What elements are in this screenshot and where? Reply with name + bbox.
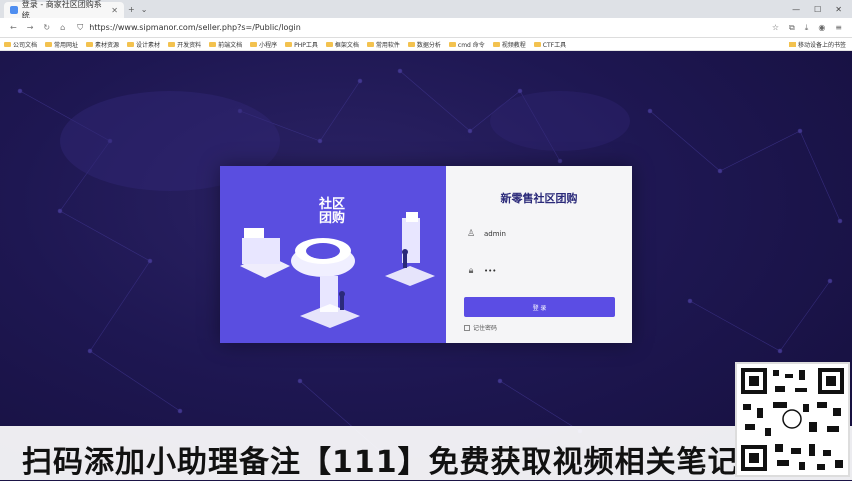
new-tab-icon[interactable]: + xyxy=(128,5,135,14)
illustration-sign: 社区团购 xyxy=(318,197,345,226)
password-value: ••• xyxy=(484,267,497,275)
bookmark-item[interactable]: 素材资源 xyxy=(86,40,119,49)
folder-icon xyxy=(86,41,94,47)
folder-icon xyxy=(407,41,415,47)
login-page: 社区团购 新零售社区团购 ♙ admin 🔒︎ ••• 登 录 记住密码 xyxy=(0,51,852,480)
folder-icon xyxy=(45,41,53,47)
maximize-icon[interactable]: ☐ xyxy=(814,5,821,14)
bookmark-item[interactable]: 视频教程 xyxy=(492,40,526,49)
bookmark-item[interactable]: CTF工具 xyxy=(533,40,566,49)
remember-password[interactable]: 记住密码 xyxy=(464,323,497,332)
close-tab-icon[interactable]: ✕ xyxy=(111,6,118,15)
bookmark-item[interactable]: 框架文档 xyxy=(325,40,359,49)
reload-icon[interactable]: ↻ xyxy=(43,23,50,32)
browser-window: 登录 - 商家社区团购系统 ✕ + ⌄ — ☐ ✕ ← → ↻ ⌂ ⛉ http… xyxy=(0,0,852,480)
folder-icon xyxy=(168,41,176,47)
folder-icon xyxy=(325,41,333,47)
star-icon[interactable]: ☆ xyxy=(772,23,779,33)
bookmark-item[interactable]: 常用软件 xyxy=(366,40,400,49)
login-card: 社区团购 新零售社区团购 ♙ admin 🔒︎ ••• 登 录 记住密码 xyxy=(220,166,632,343)
caption-text: 扫码添加小助理备注【111】免费获取视频相关笔记 xyxy=(22,445,739,480)
home-icon[interactable]: ⌂ xyxy=(60,23,65,32)
community-illustration xyxy=(240,212,435,328)
bookmark-item[interactable]: 小程序 xyxy=(250,40,277,49)
folder-icon xyxy=(4,41,11,47)
bookmark-item[interactable]: cmd 命令 xyxy=(448,40,485,49)
bookmark-item[interactable]: 公司文档 xyxy=(4,40,37,49)
bookmark-item[interactable]: 开发资料 xyxy=(168,40,201,49)
bookmarks-bar: 公司文档 常用网址 素材资源 设计素材 开发资料 前端文档 小程序 PHP工具 … xyxy=(0,38,852,51)
minimize-icon[interactable]: — xyxy=(792,5,800,14)
download-icon[interactable]: ⤓ xyxy=(805,23,809,33)
remember-checkbox[interactable] xyxy=(464,324,470,331)
folder-icon xyxy=(533,41,541,47)
folder-icon xyxy=(127,41,135,47)
tab-bar: 登录 - 商家社区团购系统 ✕ + ⌄ — ☐ ✕ xyxy=(0,0,852,20)
favicon-icon xyxy=(10,6,18,14)
bookmark-item[interactable]: 前端文档 xyxy=(209,40,242,49)
bookmark-item[interactable]: 常用网址 xyxy=(45,40,78,49)
password-field[interactable]: 🔒︎ ••• xyxy=(466,262,616,280)
folder-icon xyxy=(209,41,217,47)
shield-icon[interactable]: ⛉ xyxy=(77,23,83,33)
menu-icon[interactable]: ≡ xyxy=(835,23,842,33)
login-title: 新零售社区团购 xyxy=(500,192,578,205)
account-icon[interactable]: ◉ xyxy=(818,23,825,33)
username-value: admin xyxy=(484,230,506,238)
login-form: 新零售社区团购 ♙ admin 🔒︎ ••• 登 录 记住密码 xyxy=(446,166,632,343)
folder-icon xyxy=(448,41,456,47)
extension-icon[interactable]: ⧉ xyxy=(789,23,795,33)
folder-icon xyxy=(366,41,374,47)
forward-icon[interactable]: → xyxy=(27,23,34,32)
url-field[interactable]: ⛉ https://www.sipmanor.com/seller.php?s=… xyxy=(77,23,772,33)
address-bar: ← → ↻ ⌂ ⛉ https://www.sipmanor.com/selle… xyxy=(0,18,852,38)
bookmark-item[interactable]: 设计素材 xyxy=(127,40,160,49)
user-icon: ♙ xyxy=(466,229,476,239)
bookmark-item[interactable]: 数据分析 xyxy=(407,40,441,49)
qr-code-pattern xyxy=(741,368,844,471)
folder-icon xyxy=(285,41,293,47)
mobile-bookmarks[interactable]: 移动设备上的书签 xyxy=(788,40,846,49)
username-field[interactable]: ♙ admin xyxy=(466,225,616,243)
login-button[interactable]: 登 录 xyxy=(464,297,615,317)
folder-icon xyxy=(492,41,500,47)
lock-icon: 🔒︎ xyxy=(468,266,474,276)
url-text: https://www.sipmanor.com/seller.php?s=/P… xyxy=(89,23,301,32)
browser-tab[interactable]: 登录 - 商家社区团购系统 ✕ xyxy=(4,0,124,20)
bookmark-item[interactable]: PHP工具 xyxy=(285,40,318,49)
folder-icon xyxy=(788,41,796,47)
close-window-icon[interactable]: ✕ xyxy=(835,5,842,14)
folder-icon xyxy=(250,41,258,47)
qr-code xyxy=(735,362,850,477)
illustration-panel: 社区团购 xyxy=(220,166,446,343)
tab-list-icon[interactable]: ⌄ xyxy=(141,5,148,14)
back-icon[interactable]: ← xyxy=(10,23,17,32)
